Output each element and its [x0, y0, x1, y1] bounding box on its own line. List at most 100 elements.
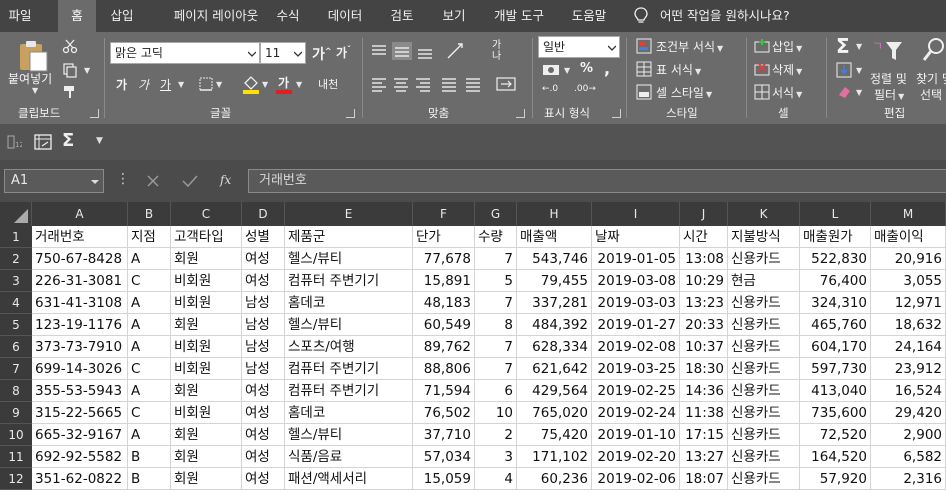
border-icon[interactable] [198, 76, 214, 92]
cell-g6[interactable]: 7 [475, 336, 517, 358]
cell-style-button[interactable]: 셀 스타일 ▼ [656, 84, 712, 101]
cell-a7[interactable]: 699-14-3026 [32, 358, 128, 380]
sort-filter-icon[interactable]: ㄱ [872, 36, 904, 64]
accounting-format-icon[interactable] [542, 62, 560, 78]
cell-e6[interactable]: 스포츠/여행 [285, 336, 413, 358]
horizontal-align-icons[interactable] [370, 76, 490, 92]
cell-l8[interactable]: 413,040 [800, 380, 871, 402]
cell-l4[interactable]: 324,310 [800, 292, 871, 314]
cell-k8[interactable]: 신용카드 [728, 380, 800, 402]
cell-b2[interactable]: A [128, 248, 171, 270]
cell-b5[interactable]: A [128, 314, 171, 336]
cell-m8[interactable]: 16,524 [871, 380, 946, 402]
grow-font-icon[interactable]: 가^ [312, 44, 332, 64]
cell-i4[interactable]: 2019-03-03 [592, 292, 680, 314]
fill-color-icon[interactable] [242, 74, 260, 94]
cell-b11[interactable]: B [128, 446, 171, 468]
cell-j5[interactable]: 20:33 [680, 314, 728, 336]
cell-a2[interactable]: 750-67-8428 [32, 248, 128, 270]
cell-k1[interactable]: 지불방식 [728, 226, 800, 248]
table-format-button[interactable]: 표 서식 ▼ [656, 61, 701, 78]
tab-home[interactable]: 홈 [58, 0, 96, 32]
cell-i12[interactable]: 2019-02-06 [592, 468, 680, 490]
cell-m12[interactable]: 2,316 [871, 468, 946, 490]
cell-j7[interactable]: 18:30 [680, 358, 728, 380]
cell-k3[interactable]: 현금 [728, 270, 800, 292]
cell-m5[interactable]: 18,632 [871, 314, 946, 336]
cell-e3[interactable]: 컴퓨터 주변기기 [285, 270, 413, 292]
cell-h1[interactable]: 매출액 [517, 226, 592, 248]
cell-c4[interactable]: 비회원 [171, 292, 242, 314]
cell-g3[interactable]: 5 [475, 270, 517, 292]
cell-c1[interactable]: 고객타입 [171, 226, 242, 248]
cell-e9[interactable]: 홈데코 [285, 402, 413, 424]
fill-color-dropdown-icon[interactable]: ▼ [262, 80, 268, 89]
cell-j4[interactable]: 13:23 [680, 292, 728, 314]
cell-h11[interactable]: 171,102 [517, 446, 592, 468]
cell-j12[interactable]: 18:07 [680, 468, 728, 490]
cell-g7[interactable]: 7 [475, 358, 517, 380]
cell-h8[interactable]: 429,564 [517, 380, 592, 402]
cell-f12[interactable]: 15,059 [413, 468, 475, 490]
cell-k6[interactable]: 신용카드 [728, 336, 800, 358]
bold-icon[interactable]: 가 [116, 76, 127, 93]
phonetic-guide-icon[interactable]: 내천 [318, 76, 338, 92]
cell-i1[interactable]: 날짜 [592, 226, 680, 248]
cell-l12[interactable]: 57,920 [800, 468, 871, 490]
cell-b8[interactable]: A [128, 380, 171, 402]
row-header[interactable]: 2 [0, 248, 32, 270]
paste-button[interactable]: 붙여넣기 [8, 70, 52, 87]
tab-insert[interactable]: 삽입 [100, 0, 144, 32]
cell-i2[interactable]: 2019-01-05 [592, 248, 680, 270]
cell-k7[interactable]: 신용카드 [728, 358, 800, 380]
insert-function-icon[interactable]: fx [220, 173, 231, 187]
cell-k12[interactable]: 신용카드 [728, 468, 800, 490]
column-header-d[interactable]: D [242, 202, 285, 226]
cell-j8[interactable]: 14:36 [680, 380, 728, 402]
cell-a9[interactable]: 315-22-5665 [32, 402, 128, 424]
font-name-combo[interactable]: 맑은 고딕 [110, 42, 260, 64]
cell-e1[interactable]: 제품군 [285, 226, 413, 248]
cell-d8[interactable]: 여성 [242, 380, 285, 402]
cell-f1[interactable]: 단가 [413, 226, 475, 248]
cell-d10[interactable]: 여성 [242, 424, 285, 446]
cell-d7[interactable]: 남성 [242, 358, 285, 380]
column-header-b[interactable]: B [128, 202, 171, 226]
fill-down-icon[interactable] [836, 62, 852, 78]
cell-c5[interactable]: 회원 [171, 314, 242, 336]
cell-g9[interactable]: 10 [475, 402, 517, 424]
cell-f10[interactable]: 37,710 [413, 424, 475, 446]
row-header[interactable]: 3 [0, 270, 32, 292]
cell-j6[interactable]: 10:37 [680, 336, 728, 358]
cell-a11[interactable]: 692-92-5582 [32, 446, 128, 468]
cell-b12[interactable]: B [128, 468, 171, 490]
cell-j1[interactable]: 시간 [680, 226, 728, 248]
tab-data[interactable]: 데이터 [318, 0, 372, 32]
paste-dropdown-icon[interactable]: ▼ [32, 86, 38, 95]
cell-d6[interactable]: 남성 [242, 336, 285, 358]
orientation-icon[interactable] [446, 42, 468, 60]
cell-g10[interactable]: 2 [475, 424, 517, 446]
cell-d2[interactable]: 여성 [242, 248, 285, 270]
cell-b10[interactable]: A [128, 424, 171, 446]
border-dropdown-icon[interactable]: ▼ [216, 80, 222, 89]
cell-c11[interactable]: 회원 [171, 446, 242, 468]
cell-i11[interactable]: 2019-02-20 [592, 446, 680, 468]
decrease-decimal-icon[interactable]: .00→ [574, 84, 596, 94]
row-header[interactable]: 10 [0, 424, 32, 446]
cell-b7[interactable]: C [128, 358, 171, 380]
cell-h7[interactable]: 621,642 [517, 358, 592, 380]
cell-a4[interactable]: 631-41-3108 [32, 292, 128, 314]
cell-a8[interactable]: 355-53-5943 [32, 380, 128, 402]
row-header[interactable]: 8 [0, 380, 32, 402]
column-header-h[interactable]: H [517, 202, 592, 226]
row-header[interactable]: 4 [0, 292, 32, 314]
cell-f11[interactable]: 57,034 [413, 446, 475, 468]
cell-c6[interactable]: 비회원 [171, 336, 242, 358]
cell-b4[interactable]: A [128, 292, 171, 314]
insert-cells-button[interactable]: 삽입 ▼ [772, 38, 802, 55]
cell-m3[interactable]: 3,055 [871, 270, 946, 292]
cell-c8[interactable]: 회원 [171, 380, 242, 402]
paste-icon[interactable] [16, 38, 50, 72]
autosum-dropdown-icon[interactable]: ▼ [856, 42, 862, 51]
